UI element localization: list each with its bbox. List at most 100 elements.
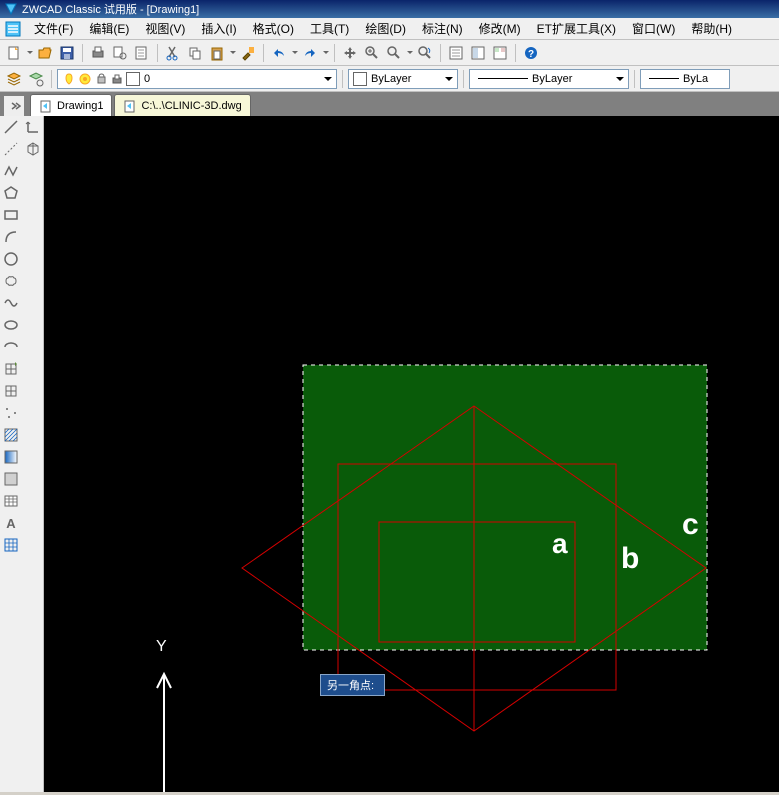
zoom-realtime-button[interactable]	[362, 43, 382, 63]
menu-file[interactable]: 文件(F)	[26, 18, 81, 39]
rectangle-tool[interactable]	[1, 205, 21, 225]
menu-edit[interactable]: 编辑(E)	[81, 18, 137, 39]
separator	[334, 44, 335, 62]
zoom-dropdown[interactable]	[407, 51, 413, 54]
standard-toolbar: ?	[0, 40, 779, 66]
draw-toolbar: A	[0, 116, 44, 792]
menu-format[interactable]: 格式(O)	[245, 18, 302, 39]
undo-dropdown[interactable]	[292, 51, 298, 54]
layer-combo[interactable]: 0	[57, 69, 337, 89]
redo-dropdown[interactable]	[323, 51, 329, 54]
tool-palettes-button[interactable]	[490, 43, 510, 63]
app-title: ZWCAD Classic 试用版 - [Drawing1]	[22, 1, 199, 17]
print-button[interactable]	[88, 43, 108, 63]
ucs-icon: Y	[156, 638, 171, 792]
svg-text:Y: Y	[156, 638, 167, 655]
menu-bar: 文件(F) 编辑(E) 视图(V) 插入(I) 格式(O) 工具(T) 绘图(D…	[0, 18, 779, 40]
insert-block-tool[interactable]	[1, 359, 21, 379]
new-dropdown[interactable]	[27, 51, 33, 54]
gradient-tool[interactable]	[1, 447, 21, 467]
arc-tool[interactable]	[1, 227, 21, 247]
layer-name: 0	[144, 73, 150, 85]
svg-text:?: ?	[528, 49, 534, 60]
menu-tools[interactable]: 工具(T)	[302, 18, 357, 39]
zoom-previous-button[interactable]	[415, 43, 435, 63]
table-tool[interactable]	[1, 491, 21, 511]
dropdown-arrow-icon	[616, 77, 624, 81]
line-tool[interactable]	[1, 117, 21, 137]
tab-scroll-left[interactable]	[4, 96, 24, 116]
menu-modify[interactable]: 修改(M)	[471, 18, 529, 39]
text-tool[interactable]: A	[1, 513, 21, 533]
zoom-window-button[interactable]	[384, 43, 404, 63]
copy-button[interactable]	[185, 43, 205, 63]
menu-help[interactable]: 帮助(H)	[683, 18, 740, 39]
menu-insert[interactable]: 插入(I)	[193, 18, 244, 39]
region-tool[interactable]	[1, 469, 21, 489]
undo-button[interactable]	[269, 43, 289, 63]
new-button[interactable]	[4, 43, 24, 63]
ellipse-arc-tool[interactable]	[1, 337, 21, 357]
spline-tool[interactable]	[1, 293, 21, 313]
title-bar: ZWCAD Classic 试用版 - [Drawing1]	[0, 0, 779, 18]
app-menu-icon[interactable]	[4, 20, 22, 38]
lineweight-preview	[649, 78, 679, 79]
svg-text:a: a	[552, 528, 568, 559]
save-button[interactable]	[57, 43, 77, 63]
tab-label: C:\..\CLINIC-3D.dwg	[141, 100, 241, 112]
menu-draw[interactable]: 绘图(D)	[357, 18, 414, 39]
linetype-combo[interactable]: ByLayer	[469, 69, 629, 89]
drawing-canvas[interactable]: a b c Y 另一角点:	[44, 116, 779, 792]
construction-line-tool[interactable]	[1, 139, 21, 159]
dropdown-arrow-icon	[324, 77, 332, 81]
redo-button[interactable]	[300, 43, 320, 63]
tab-clinic3d[interactable]: C:\..\CLINIC-3D.dwg	[114, 94, 250, 116]
selection-window	[303, 365, 707, 650]
help-button[interactable]: ?	[521, 43, 541, 63]
grid-tool[interactable]	[1, 535, 21, 555]
circle-tool[interactable]	[1, 249, 21, 269]
tab-label: Drawing1	[57, 100, 103, 112]
polygon-tool[interactable]	[1, 183, 21, 203]
separator	[157, 44, 158, 62]
design-center-button[interactable]	[468, 43, 488, 63]
tab-drawing1[interactable]: Drawing1	[30, 94, 112, 116]
svg-text:b: b	[621, 542, 639, 575]
layer-toolbar: 0 ByLayer ByLayer ByLa	[0, 66, 779, 92]
menu-dimension[interactable]: 标注(N)	[414, 18, 471, 39]
drawing-icon	[123, 99, 137, 113]
make-block-tool[interactable]	[1, 381, 21, 401]
color-combo[interactable]: ByLayer	[348, 69, 458, 89]
menu-et-tools[interactable]: ET扩展工具(X)	[529, 18, 624, 39]
pan-button[interactable]	[340, 43, 360, 63]
separator	[342, 70, 343, 88]
layer-states-button[interactable]	[26, 69, 46, 89]
polyline-tool[interactable]	[1, 161, 21, 181]
point-tool[interactable]	[1, 403, 21, 423]
separator	[82, 44, 83, 62]
preview-button[interactable]	[110, 43, 130, 63]
revision-cloud-tool[interactable]	[1, 271, 21, 291]
3d-navigate-tool[interactable]	[23, 139, 43, 159]
paste-dropdown[interactable]	[230, 51, 236, 54]
layer-manager-button[interactable]	[4, 69, 24, 89]
open-button[interactable]	[35, 43, 55, 63]
menu-view[interactable]: 视图(V)	[137, 18, 193, 39]
separator	[440, 44, 441, 62]
cut-button[interactable]	[163, 43, 183, 63]
layer-color-swatch	[126, 72, 140, 86]
menu-window[interactable]: 窗口(W)	[624, 18, 683, 39]
ucs-icon-tool[interactable]	[23, 117, 43, 137]
document-tabs: Drawing1 C:\..\CLINIC-3D.dwg	[0, 92, 779, 116]
ellipse-tool[interactable]	[1, 315, 21, 335]
match-properties-button[interactable]	[238, 43, 258, 63]
paste-button[interactable]	[207, 43, 227, 63]
hatch-tool[interactable]	[1, 425, 21, 445]
separator	[263, 44, 264, 62]
separator	[634, 70, 635, 88]
lineweight-name: ByLa	[683, 73, 708, 85]
lineweight-combo[interactable]: ByLa	[640, 69, 730, 89]
properties-button[interactable]	[446, 43, 466, 63]
publish-button[interactable]	[132, 43, 152, 63]
separator	[515, 44, 516, 62]
